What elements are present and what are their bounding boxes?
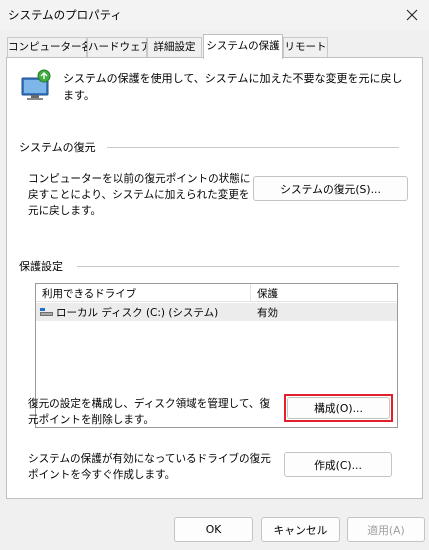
protection-group-title: 保護設定 bbox=[19, 260, 63, 273]
drive-protection-status: 有効 bbox=[257, 307, 278, 319]
title-bar: システムのプロパティ bbox=[0, 0, 429, 30]
configure-description: 復元の設定を構成し、ディスク領域を管理して、復元ポイントを削除します。 bbox=[28, 398, 271, 426]
ok-button[interactable]: OK bbox=[174, 517, 253, 542]
protection-group-divider bbox=[77, 266, 399, 267]
column-header-drive[interactable]: 利用できるドライブ bbox=[42, 286, 136, 301]
tab-remote[interactable]: リモート bbox=[283, 37, 328, 57]
column-header-protection[interactable]: 保護 bbox=[257, 286, 278, 301]
tab-strip: コンピューター名 ハードウェア 詳細設定 システムの保護 リモート bbox=[0, 34, 429, 59]
tab-panel: システムの保護を使用して、システムに加えた不要な変更を元に戻します。 システムの… bbox=[6, 57, 423, 499]
window-title: システムのプロパティ bbox=[8, 8, 122, 22]
close-button[interactable] bbox=[395, 0, 429, 30]
intro-description: システムの保護を使用して、システムに加えた不要な変更を元に戻します。 bbox=[63, 72, 403, 102]
system-restore-button[interactable]: システムの復元(S)... bbox=[253, 176, 408, 201]
apply-button[interactable]: 適用(A) bbox=[347, 517, 425, 542]
cancel-button[interactable]: キャンセル bbox=[261, 517, 340, 542]
column-separator bbox=[250, 284, 251, 302]
restore-group-divider bbox=[107, 147, 399, 148]
create-button[interactable]: 作成(C)... bbox=[284, 452, 392, 477]
drive-name: ローカル ディスク (C:) (システム) bbox=[56, 307, 219, 319]
close-icon bbox=[406, 9, 418, 21]
system-protection-icon bbox=[21, 69, 51, 100]
drive-icon bbox=[40, 308, 53, 316]
tab-computer-name[interactable]: コンピューター名 bbox=[7, 37, 92, 57]
tab-advanced[interactable]: 詳細設定 bbox=[147, 37, 202, 57]
configure-button[interactable]: 構成(O)... bbox=[287, 397, 390, 419]
table-row[interactable]: ローカル ディスク (C:) (システム) 有効 bbox=[36, 303, 397, 321]
tab-hardware[interactable]: ハードウェア bbox=[87, 37, 151, 57]
tab-system-protection[interactable]: システムの保護 bbox=[203, 34, 283, 59]
restore-description: コンピューターを以前の復元ポイントの状態に戻すことにより、システムに加えられた変… bbox=[28, 173, 251, 217]
list-header: 利用できるドライブ 保護 bbox=[36, 284, 397, 302]
restore-group-title: システムの復元 bbox=[19, 141, 96, 154]
create-description: システムの保護が有効になっているドライブの復元ポイントを今すぐ作成します。 bbox=[28, 453, 271, 481]
